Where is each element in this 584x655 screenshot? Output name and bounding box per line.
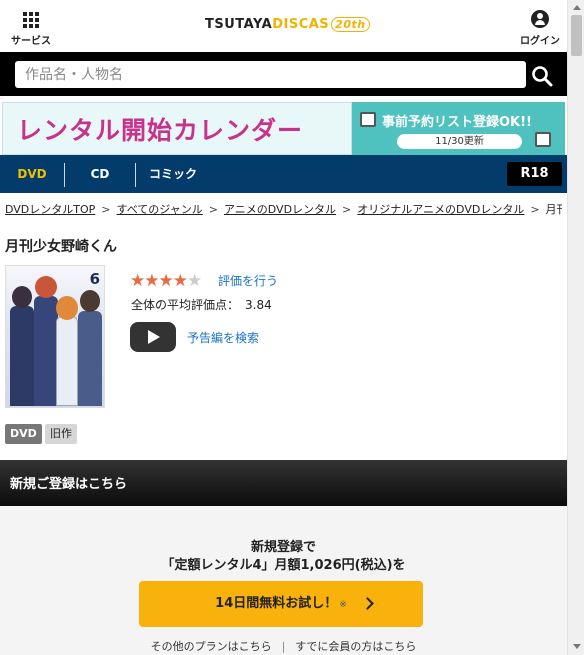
register-links: その他のプランはこちら | すでに会員の方はこちら [150,640,417,653]
scroll-down-arrow-icon[interactable] [573,644,581,649]
other-plans-link[interactable]: その他のプランはこちら [151,640,272,653]
release-type-badge: 旧作 [45,424,77,444]
calendar-icon [535,132,551,147]
free-trial-button[interactable]: 14日間無料お試し！ ※ [139,581,423,627]
average-rating: 全体の平均評価点： 3.84 [131,296,272,313]
r18-button[interactable]: R18 [507,162,562,186]
breadcrumb-link-dvd-top[interactable]: DVDレンタルTOP [5,203,95,216]
banner-title: レンタル開始カレンダー [17,115,304,145]
services-label: サービス [11,36,51,47]
rental-calendar-banner[interactable]: レンタル開始カレンダー 事前予約リスト登録OK!! 11/30更新 [0,96,567,155]
category-nav: DVD CD コミック R18 [0,155,567,193]
free-trial-label: 14日間無料お試し！ [215,596,338,611]
search-icon[interactable] [530,64,554,88]
user-icon [531,10,549,28]
tab-dvd[interactable]: DVD [0,155,64,193]
breadcrumb-link-all-genres[interactable]: すべてのジャンル [117,203,203,216]
register-section: 新規登録で 「定額レンタル4」月額1,026円(税込)を 14日間無料お試し！ ※… [0,506,567,655]
breadcrumb-link-anime[interactable]: アニメのDVDレンタル [224,203,336,216]
star-empty-icon: ★ [187,271,202,291]
average-rating-label: 全体の平均評価点： [131,298,240,312]
register-section-header: 新規ご登録はこちら [0,460,567,506]
calendar-icon [360,112,376,127]
login-label: ログイン [520,36,560,47]
free-trial-note: ※ [339,600,347,610]
cover-volume-number: 6 [89,270,100,288]
rate-link[interactable]: 評価を行う [218,272,278,289]
product-cover-image[interactable]: 6 [5,265,105,408]
average-rating-value: 3.84 [245,298,272,312]
trailer-search-link[interactable]: 予告編を検索 [187,329,259,346]
banner-promo-area: 事前予約リスト登録OK!! 11/30更新 [352,102,565,155]
format-badge: DVD [5,424,42,444]
chevron-right-icon [361,597,374,610]
play-icon[interactable] [130,322,176,352]
banner-promo-text: 事前予約リスト登録OK!! [382,115,532,130]
tab-cd[interactable]: CD [65,155,135,193]
scroll-up-arrow-icon[interactable] [573,5,581,10]
star-filled-icon: ★ [130,271,145,291]
grid-menu-icon [23,12,39,28]
member-login-link[interactable]: すでに会員の方はこちら [295,640,416,653]
logo-anniversary-badge: 20th [331,17,370,32]
page-title: 月刊少女野崎くん [5,239,117,255]
star-filled-icon: ★ [172,271,188,291]
login-button[interactable]: ログイン [520,10,560,47]
vertical-scrollbar[interactable] [567,0,584,655]
rating-stars: ★★★★★ [130,271,202,291]
site-logo[interactable]: TSUTAYADISCAS 20th [205,17,370,32]
logo-tsutaya: TSUTAYA [205,17,273,32]
star-filled-icon: ★ [144,271,159,291]
services-menu-button[interactable]: サービス [10,10,52,47]
search-input[interactable] [15,61,526,88]
register-text-line1: 新規登録で [250,540,316,555]
site-header: サービス TSUTAYADISCAS 20th ログイン [0,0,567,52]
logo-discas: DISCAS [272,17,330,32]
star-filled-icon: ★ [158,271,174,291]
banner-updated-date: 11/30更新 [397,134,522,149]
search-bar [0,52,567,96]
breadcrumb: DVDレンタルTOP > すべてのジャンル > アニメのDVDレンタル > オリジナルアニメ… [5,201,562,219]
register-heading: 新規ご登録はこちら [10,477,128,492]
breadcrumb-current: 月刊少女野崎くん [545,203,562,216]
tab-comic[interactable]: コミック [136,155,210,193]
banner-title-area: レンタル開始カレンダー [2,102,352,155]
breadcrumb-link-original-anime[interactable]: オリジナルアニメのDVDレンタル [357,203,524,216]
register-text-line2: 「定額レンタル4」月額1,026円(税込)を [161,558,406,573]
scrollbar-thumb[interactable] [571,15,582,56]
